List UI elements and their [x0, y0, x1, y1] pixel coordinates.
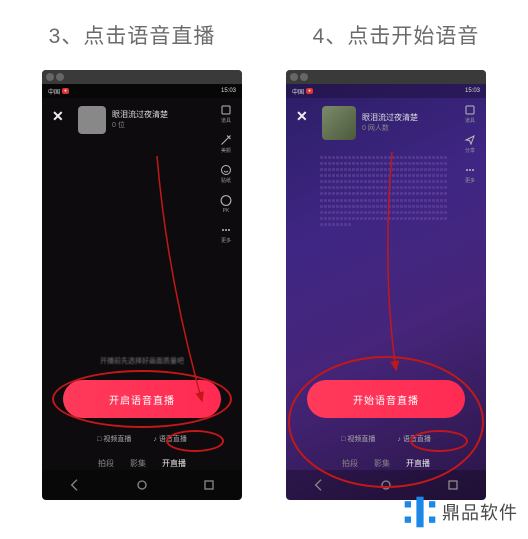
avatar [78, 106, 106, 134]
tab-shoot[interactable]: 拍段 [342, 458, 358, 469]
caption-row: 3、点击语音直播 4、点击开始语音 [0, 0, 528, 62]
window-max-icon [300, 73, 308, 81]
share-icon[interactable]: 分享 [460, 134, 480, 154]
hint-text: 开播前先选择好画面质量吧 [100, 356, 184, 366]
more-icon[interactable]: 更多 [460, 164, 480, 184]
nav-home-icon[interactable] [134, 477, 150, 493]
watermark-logo-icon [402, 494, 438, 530]
side-toolbar: 道具 分享 更多 [460, 104, 480, 184]
beauty-icon[interactable]: 美颜 [216, 134, 236, 154]
status-bar: 中国 ● 15:03 [286, 84, 486, 98]
nav-back-icon[interactable] [311, 477, 327, 493]
status-bar: 中国 ● 15:03 [42, 84, 242, 98]
phone-screenshot-3: 中国 ● 15:03 ✕ 眼泪流过夜清楚 0 位 道具 [42, 70, 242, 500]
host-name: 眼泪流过夜清楚 [362, 113, 418, 123]
window-max-icon [56, 73, 64, 81]
watermark: 鼎品软件 [398, 491, 522, 533]
nav-recent-icon[interactable] [201, 477, 217, 493]
mode-video[interactable]: □ 视频直播 [341, 434, 375, 444]
close-button[interactable]: ✕ [296, 108, 308, 125]
avatar [322, 106, 356, 140]
carrier-label: 中国 [48, 87, 60, 96]
nav-back-icon[interactable] [67, 477, 83, 493]
mode-voice[interactable]: ♪ 语音直播 [153, 434, 187, 444]
clock-label: 15:03 [221, 88, 236, 94]
side-toolbar: 道具 美颜 贴纸 PK 更多 [216, 104, 236, 244]
nav-home-icon[interactable] [378, 477, 394, 493]
bottom-tabs: 拍段 影集 开直播 [42, 458, 242, 469]
phone-screenshot-4: 中国 ● 15:03 ✕ 眼泪流过夜清楚 0 网人数 道具 [286, 70, 486, 500]
mode-voice[interactable]: ♪ 语音直播 [397, 434, 431, 444]
start-voice-live-button[interactable]: 开始语音直播 [307, 380, 465, 418]
clock-label: 15:03 [465, 88, 480, 94]
android-navbar [42, 470, 242, 500]
caption-step4: 4、点击开始语音 [313, 20, 480, 50]
pk-icon[interactable]: PK [216, 194, 236, 214]
window-min-icon [46, 73, 54, 81]
caption-step3: 3、点击语音直播 [49, 20, 216, 50]
host-sub: 0 网人数 [362, 124, 418, 133]
host-info[interactable]: 眼泪流过夜清楚 0 位 [78, 106, 168, 134]
tab-live[interactable]: 开直播 [162, 458, 186, 469]
annotation-arrow [152, 156, 222, 416]
more-icon[interactable]: 更多 [216, 224, 236, 244]
rec-icon: ● [306, 88, 313, 94]
tab-album[interactable]: 影集 [130, 458, 146, 469]
mode-row: □ 视频直播 ♪ 语音直播 [42, 434, 242, 444]
host-name: 眼泪流过夜清楚 [112, 110, 168, 120]
bottom-tabs: 拍段 影集 开直播 [286, 458, 486, 469]
sticker-icon[interactable]: 贴纸 [216, 164, 236, 184]
rec-icon: ● [62, 88, 69, 94]
tab-live[interactable]: 开直播 [406, 458, 430, 469]
voice-seat-grid [320, 156, 450, 228]
window-titlebar [42, 70, 242, 84]
window-min-icon [290, 73, 298, 81]
props-icon[interactable]: 道具 [460, 104, 480, 124]
close-button[interactable]: ✕ [52, 108, 64, 125]
tab-shoot[interactable]: 拍段 [98, 458, 114, 469]
carrier-label: 中国 [292, 87, 304, 96]
watermark-text: 鼎品软件 [442, 499, 518, 525]
host-info[interactable]: 眼泪流过夜清楚 0 网人数 [322, 106, 418, 140]
window-titlebar [286, 70, 486, 84]
tab-album[interactable]: 影集 [374, 458, 390, 469]
start-voice-live-button[interactable]: 开启语音直播 [63, 380, 221, 418]
mode-row: □ 视频直播 ♪ 语音直播 [286, 434, 486, 444]
mode-video[interactable]: □ 视频直播 [97, 434, 131, 444]
host-sub: 0 位 [112, 121, 168, 130]
props-icon[interactable]: 道具 [216, 104, 236, 124]
